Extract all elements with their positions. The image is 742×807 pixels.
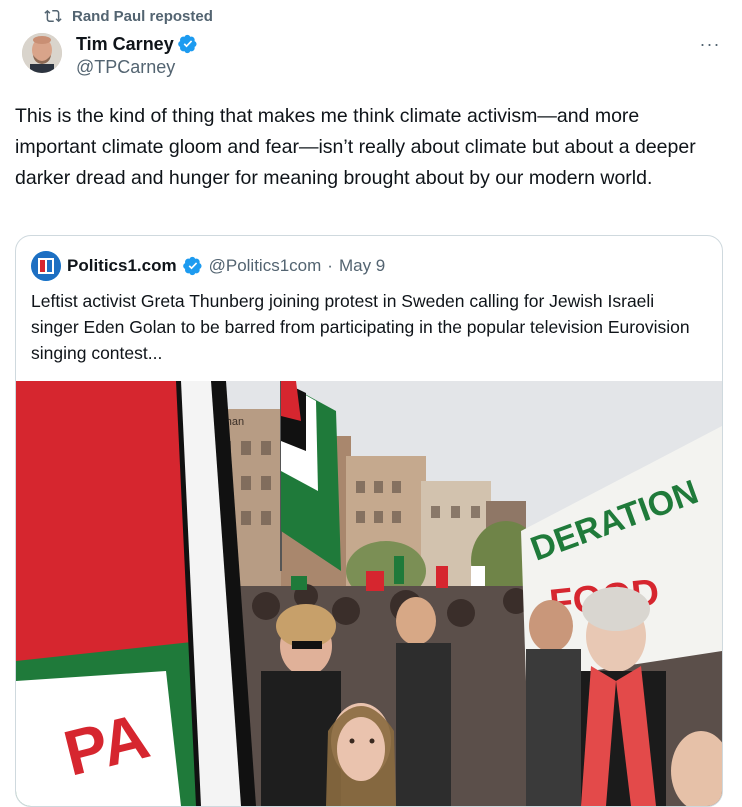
politics1-logo-icon[interactable] bbox=[31, 251, 61, 281]
quoted-tweet-text: Leftist activist Greta Thunberg joining … bbox=[31, 291, 690, 363]
repost-context[interactable]: Rand Paul reposted bbox=[44, 6, 213, 26]
avatar-image bbox=[22, 33, 62, 73]
quoted-tweet-card[interactable]: Politics1.com @Politics1com · May 9 Left… bbox=[15, 235, 723, 807]
repost-icon bbox=[44, 9, 62, 23]
author-name[interactable]: Tim Carney bbox=[76, 34, 174, 55]
meta-separator: · bbox=[327, 256, 333, 275]
repost-label: Rand Paul reposted bbox=[72, 7, 213, 25]
protest-photo-image: ronan PA DERATION bbox=[16, 381, 722, 806]
quoted-tweet-header: Politics1.com @Politics1com · May 9 bbox=[31, 251, 385, 281]
tweet-text: This is the kind of thing that makes me … bbox=[15, 105, 696, 189]
author-avatar[interactable] bbox=[22, 33, 62, 73]
more-icon: ··· bbox=[699, 34, 721, 54]
quoted-author-name[interactable]: Politics1.com bbox=[67, 256, 177, 276]
verified-badge-icon bbox=[182, 256, 202, 276]
author-block: Tim Carney @TPCarney bbox=[76, 33, 198, 78]
author-handle[interactable]: @TPCarney bbox=[76, 57, 198, 78]
quoted-author-handle[interactable]: @Politics1com bbox=[209, 256, 322, 276]
quoted-tweet-date[interactable]: May 9 bbox=[339, 256, 385, 276]
quoted-tweet-photo[interactable]: ronan PA DERATION bbox=[16, 381, 722, 806]
more-options-button[interactable]: ··· bbox=[698, 34, 722, 54]
verified-badge-icon bbox=[177, 34, 197, 54]
